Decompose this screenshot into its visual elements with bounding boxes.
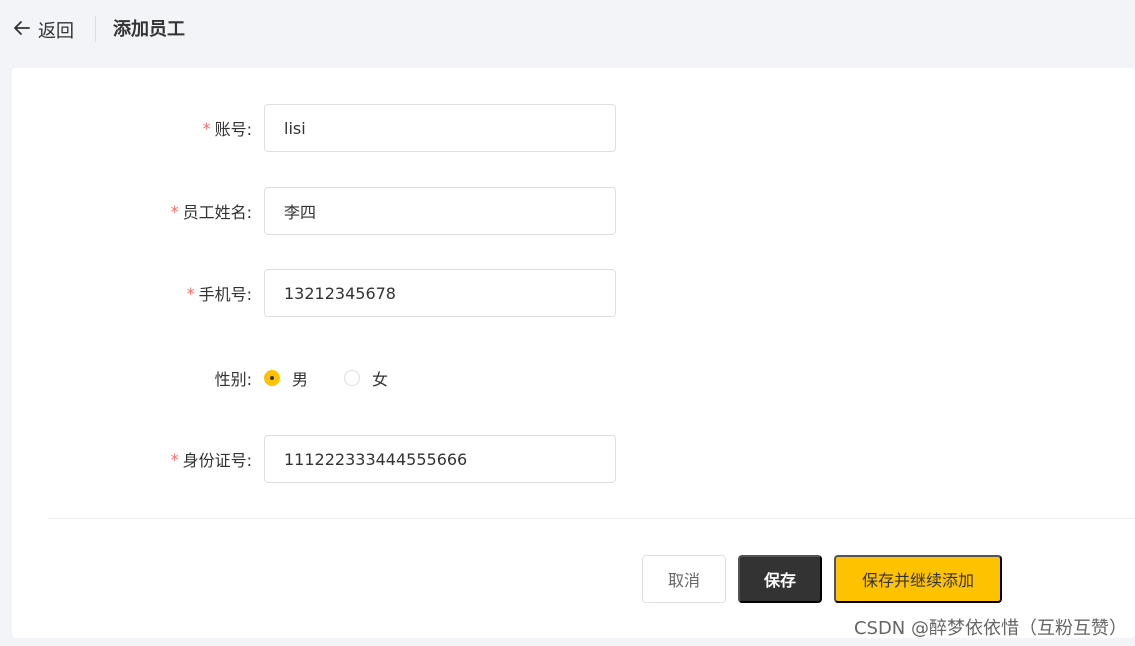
gender-option-male[interactable]: 男 — [264, 366, 308, 390]
back-label: 返回 — [38, 21, 74, 42]
phone-label-text: 手机号: — [198, 285, 252, 304]
gender-option-female-label: 女 — [372, 370, 389, 389]
employee-name-input[interactable] — [264, 187, 616, 235]
required-mark: * — [170, 201, 179, 221]
form-divider — [48, 518, 1135, 519]
page-title: 添加员工 — [113, 19, 185, 40]
cancel-button[interactable]: 取消 — [642, 555, 726, 603]
watermark: CSDN @醉梦依依惜（互粉互赞） — [853, 618, 1127, 639]
header-divider — [95, 16, 96, 42]
required-mark: * — [186, 283, 195, 303]
id-number-label: * 身份证号: — [12, 435, 252, 483]
required-mark: * — [170, 449, 179, 469]
radio-checked-icon[interactable] — [264, 370, 280, 386]
required-mark: * — [202, 118, 211, 138]
phone-label: * 手机号: — [12, 269, 252, 317]
id-number-label-text: 身份证号: — [182, 451, 252, 470]
radio-unchecked-icon[interactable] — [344, 370, 361, 386]
gender-label: 性别: — [12, 354, 252, 402]
gender-option-female[interactable]: 女 — [344, 366, 388, 390]
save-button[interactable]: 保存 — [738, 555, 822, 603]
account-label: * 账号: — [12, 104, 252, 152]
gender-label-text: 性别: — [214, 370, 252, 389]
phone-input[interactable] — [264, 269, 616, 317]
form-card: * 账号: * 员工姓名: * 手机号: 性别: 男 女 * 身份证号: 取消 … — [12, 68, 1135, 638]
id-number-input[interactable] — [264, 435, 616, 483]
account-input[interactable] — [264, 104, 616, 152]
employee-name-label-text: 员工姓名: — [182, 203, 252, 222]
save-and-continue-button[interactable]: 保存并继续添加 — [834, 555, 1002, 603]
back-button[interactable]: 返回 — [12, 17, 74, 43]
gender-option-male-label: 男 — [292, 370, 309, 389]
arrow-left-icon — [12, 18, 32, 43]
account-label-text: 账号: — [214, 120, 252, 139]
employee-name-label: * 员工姓名: — [12, 187, 252, 235]
header-bar: 返回 添加员工 — [0, 0, 1135, 62]
gender-radio-group: 男 女 — [264, 354, 388, 402]
